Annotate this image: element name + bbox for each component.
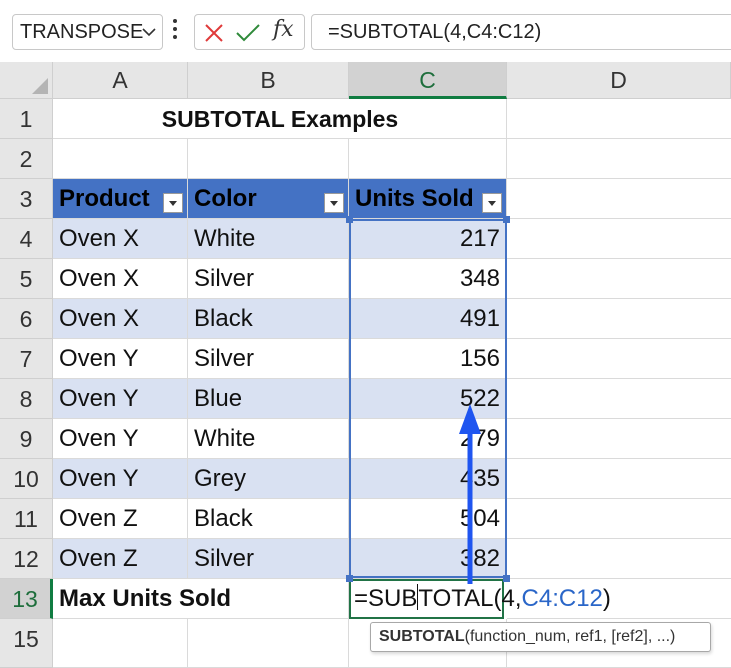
row-header-6[interactable]: 6 [0, 299, 53, 339]
name-box[interactable]: TRANSPOSE [12, 14, 163, 50]
cell-d7[interactable] [507, 339, 731, 379]
row-header-2[interactable]: 2 [0, 139, 53, 179]
table-cell-product[interactable]: Oven X [53, 259, 188, 299]
active-cell-editor[interactable]: =SUBTOTAL(4,C4:C12) [349, 579, 611, 619]
column-header-c[interactable]: C [349, 62, 507, 99]
reference-handle[interactable] [346, 216, 353, 223]
formula-text: ) [602, 585, 611, 612]
table-cell-product[interactable]: Oven X [53, 299, 188, 339]
insert-function-icon[interactable]: fx [273, 17, 294, 42]
table-header-label: Units Sold [355, 185, 474, 212]
filter-dropdown-icon[interactable] [324, 193, 344, 213]
tooltip-function-name[interactable]: SUBTOTAL [379, 628, 465, 645]
column-header-b[interactable]: B [188, 62, 349, 99]
table-cell-color[interactable]: Black [188, 499, 349, 539]
table-cell-color[interactable]: White [188, 419, 349, 459]
cell-d5[interactable] [507, 259, 731, 299]
table-cell-color[interactable]: Silver [188, 339, 349, 379]
cell-d3[interactable] [507, 179, 731, 219]
row-header-1[interactable]: 1 [0, 99, 53, 139]
cell-a15[interactable] [53, 619, 188, 668]
table-cell-units[interactable]: 156 [349, 339, 507, 379]
cancel-icon[interactable] [204, 24, 224, 42]
table-cell-product[interactable]: Oven Y [53, 419, 188, 459]
table-cell-product[interactable]: Oven Z [53, 539, 188, 579]
row-header-4[interactable]: 4 [0, 219, 53, 259]
cell-d9[interactable] [507, 419, 731, 459]
cell-c1[interactable] [349, 99, 507, 139]
row-header-3[interactable]: 3 [0, 179, 53, 219]
cell-d11[interactable] [507, 499, 731, 539]
reference-handle[interactable] [503, 575, 510, 582]
formula-text: =SUB [354, 585, 418, 612]
formula-controls: fx [194, 14, 305, 50]
cell-d10[interactable] [507, 459, 731, 499]
cell-c2[interactable] [349, 139, 507, 179]
table-cell-color[interactable]: Blue [188, 379, 349, 419]
formula-input[interactable]: =SUBTOTAL(4,C4:C12) [311, 14, 731, 50]
table-cell-product[interactable]: Oven Y [53, 459, 188, 499]
reference-handle[interactable] [503, 216, 510, 223]
row-header-12[interactable]: 12 [0, 539, 53, 579]
table-cell-units[interactable]: 217 [349, 219, 507, 259]
row-header-10[interactable]: 10 [0, 459, 53, 499]
cell-b15[interactable] [188, 619, 349, 668]
filter-dropdown-icon[interactable] [482, 193, 502, 213]
table-cell-units[interactable]: 348 [349, 259, 507, 299]
cell-d4[interactable] [507, 219, 731, 259]
table-header-color[interactable]: Color [188, 179, 349, 219]
table-cell-color[interactable]: Black [188, 299, 349, 339]
summary-label[interactable]: Max Units Sold [53, 579, 349, 619]
cell-a2[interactable] [53, 139, 188, 179]
table-header-label: Color [194, 185, 257, 212]
table-cell-product[interactable]: Oven Y [53, 379, 188, 419]
column-header-d[interactable]: D [507, 62, 731, 99]
row-header-13[interactable]: 13 [0, 579, 53, 619]
row-header-7[interactable]: 7 [0, 339, 53, 379]
row-header-8[interactable]: 8 [0, 379, 53, 419]
table-header-units-sold[interactable]: Units Sold [349, 179, 507, 219]
cell-d6[interactable] [507, 299, 731, 339]
table-cell-units[interactable]: 279 [349, 419, 507, 459]
row-header-5[interactable]: 5 [0, 259, 53, 299]
filter-dropdown-icon[interactable] [163, 193, 183, 213]
table-cell-product[interactable]: Oven Z [53, 499, 188, 539]
formula-text: TOTAL(4, [418, 585, 522, 612]
table-cell-units[interactable]: 522 [349, 379, 507, 419]
row-header-9[interactable]: 9 [0, 419, 53, 459]
formula-reference: C4:C12 [521, 585, 603, 612]
row-header-11[interactable]: 11 [0, 499, 53, 539]
cell-d12[interactable] [507, 539, 731, 579]
table-cell-product[interactable]: Oven Y [53, 339, 188, 379]
reference-handle[interactable] [346, 575, 353, 582]
cell-d1[interactable] [507, 99, 731, 139]
enter-check-icon[interactable] [236, 24, 260, 42]
table-cell-units[interactable]: 382 [349, 539, 507, 579]
select-all-corner[interactable] [0, 62, 53, 99]
table-cell-color[interactable]: Silver [188, 259, 349, 299]
table-cell-units[interactable]: 435 [349, 459, 507, 499]
chevron-down-icon[interactable] [142, 27, 156, 37]
table-cell-units[interactable]: 504 [349, 499, 507, 539]
more-options-icon[interactable] [173, 19, 179, 43]
cell-d2[interactable] [507, 139, 731, 179]
table-cell-color[interactable]: Silver [188, 539, 349, 579]
cell-d8[interactable] [507, 379, 731, 419]
table-cell-product[interactable]: Oven X [53, 219, 188, 259]
table-header-product[interactable]: Product [53, 179, 188, 219]
name-box-value: TRANSPOSE [20, 21, 144, 43]
table-header-label: Product [59, 185, 150, 212]
column-header-a[interactable]: A [53, 62, 188, 99]
row-header-15[interactable]: 15 [0, 619, 53, 668]
tooltip-arguments: (function_num, ref1, [ref2], ...) [464, 628, 676, 645]
cell-b2[interactable] [188, 139, 349, 179]
table-cell-color[interactable]: White [188, 219, 349, 259]
formula-bar: TRANSPOSE fx =SUBTOTAL(4,C4:C12) [0, 0, 731, 62]
function-tooltip[interactable]: SUBTOTAL(function_num, ref1, [ref2], ...… [370, 622, 711, 652]
table-cell-color[interactable]: Grey [188, 459, 349, 499]
table-cell-units[interactable]: 491 [349, 299, 507, 339]
